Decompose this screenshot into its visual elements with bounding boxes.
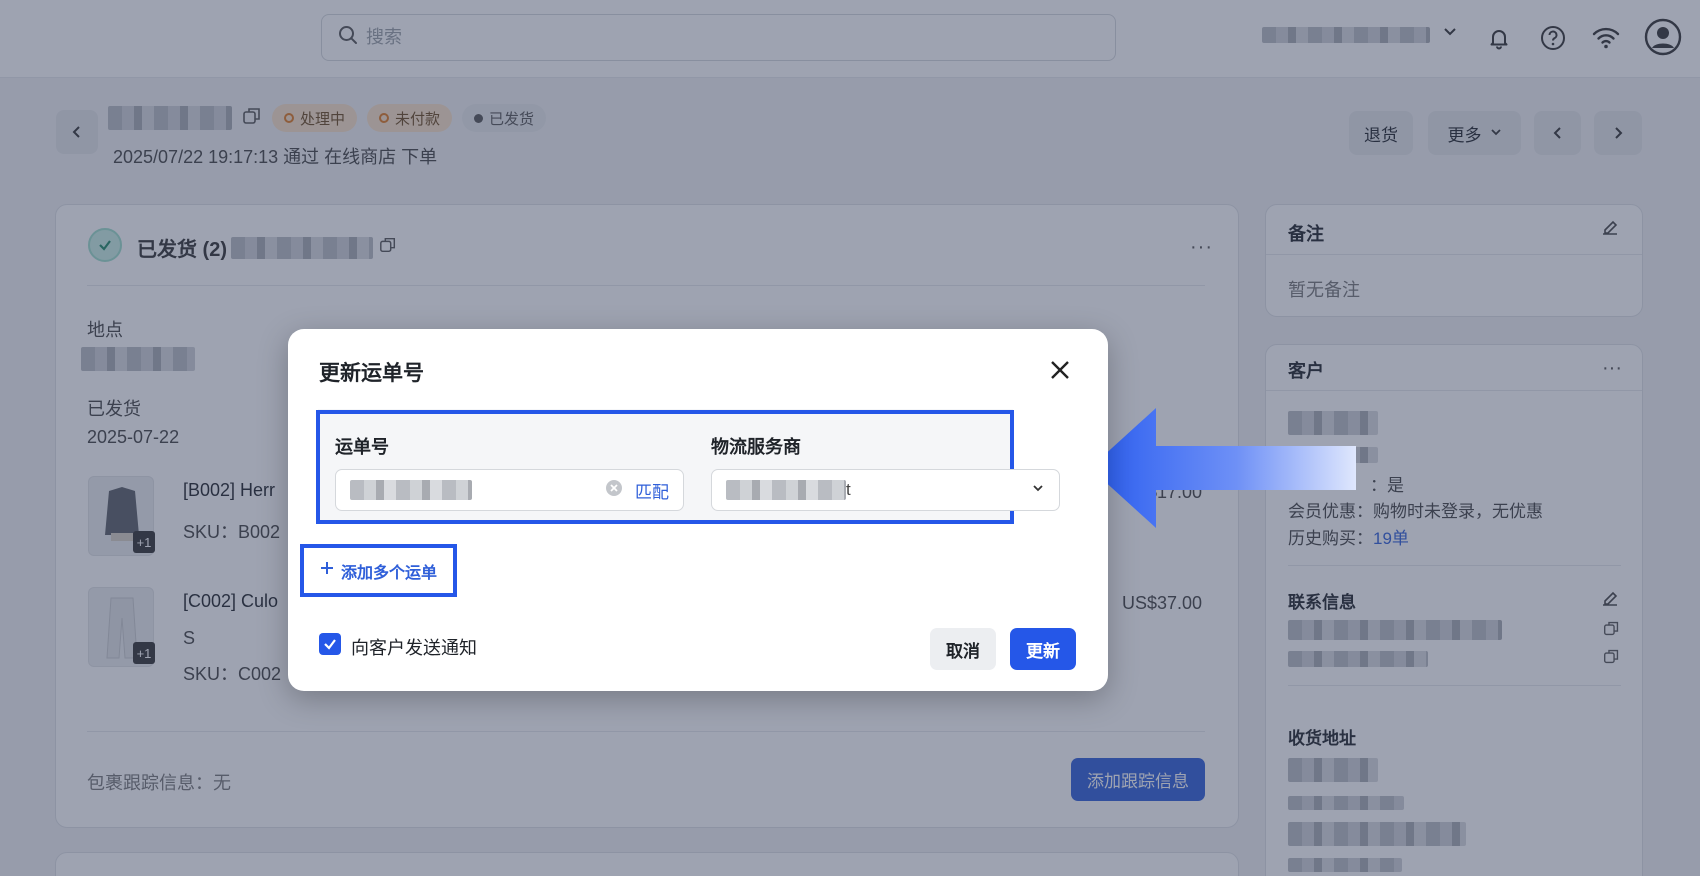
notify-customer-checkbox[interactable] [319, 633, 341, 655]
notify-customer-label[interactable]: 向客户发送通知 [351, 634, 477, 660]
tracking-number-label: 运单号 [335, 437, 389, 457]
clear-icon[interactable] [605, 479, 623, 502]
chevron-down-icon [1031, 481, 1045, 500]
check-icon [324, 639, 336, 650]
carrier-label: 物流服务商 [711, 437, 801, 457]
carrier-value: t [726, 480, 851, 500]
cancel-button[interactable]: 取消 [930, 628, 996, 670]
annotation-arrow-icon [1090, 408, 1356, 528]
close-button[interactable] [1046, 356, 1074, 384]
plus-icon [319, 560, 335, 581]
update-button[interactable]: 更新 [1010, 628, 1076, 670]
carrier-select[interactable]: t [711, 469, 1060, 511]
carrier-name-redacted [726, 480, 846, 500]
close-icon [1051, 361, 1069, 379]
match-link[interactable]: 匹配 [635, 478, 669, 503]
add-multiple-tracking-button[interactable]: 添加多个运单 [308, 549, 448, 592]
tracking-number-redacted [350, 480, 472, 500]
tracking-number-input[interactable]: 匹配 [335, 469, 684, 511]
update-tracking-dialog: 更新运单号 运单号 匹配 物流服务商 t 添加多个运单 向客户发送通知 取消 更… [288, 329, 1108, 691]
dialog-title: 更新运单号 [319, 362, 424, 385]
